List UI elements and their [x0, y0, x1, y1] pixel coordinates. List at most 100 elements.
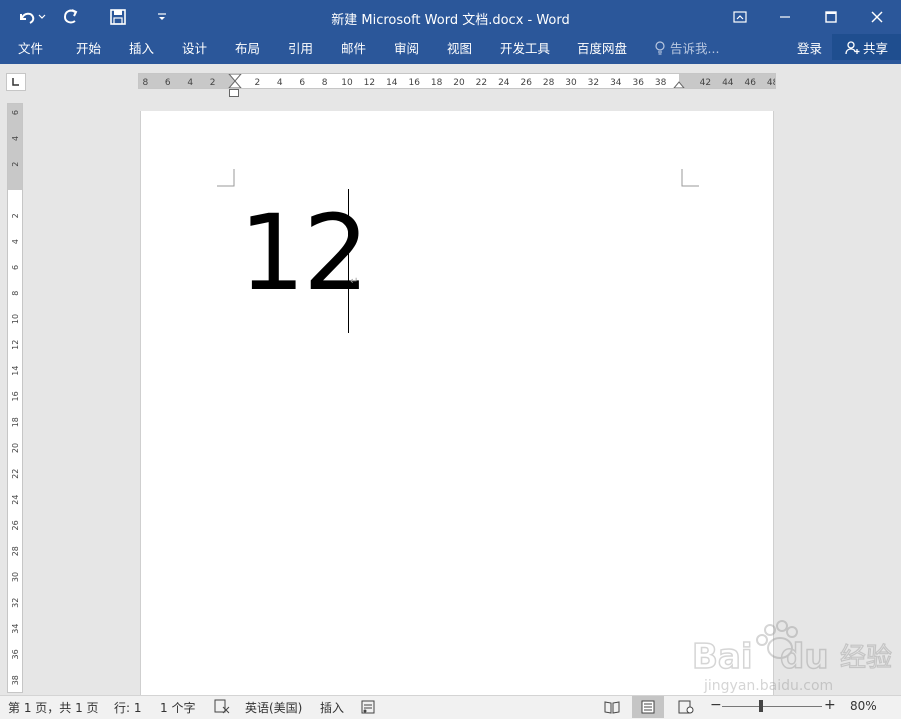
horizontal-ruler[interactable]: 8 6 4 2 2 4 6 8 10 12 14 16 18 20 22 24 26 28 30 32 34 36 38 42… [138, 73, 776, 89]
ruler-tick-label: 22 [476, 78, 487, 88]
status-bar: 第 1 页，共 1 页 行: 1 1 个字 英语(美国) 插入 − + 80% [0, 695, 901, 719]
share-label: 共享 [862, 40, 888, 56]
ruler-tick-label: 2 [255, 78, 261, 88]
zoom-level[interactable]: 80% [850, 699, 877, 713]
status-word-count[interactable]: 1 个字 [160, 699, 195, 716]
ribbon-display-icon [733, 11, 747, 23]
tab-developer[interactable]: 开发工具 [500, 38, 550, 57]
tab-home[interactable]: 开始 [76, 38, 101, 57]
status-insert-mode[interactable]: 插入 [320, 699, 344, 716]
ruler-tick-label: 26 [520, 78, 532, 88]
zoom-slider-track[interactable] [722, 706, 822, 707]
ruler-tick-label: 16 [408, 78, 420, 88]
save-button[interactable] [106, 4, 130, 30]
ruler-tick-label: 20 [11, 443, 20, 453]
zoom-out-button[interactable]: − [710, 697, 722, 713]
ruler-tick-label: 28 [11, 546, 20, 556]
ribbon-display-options-button[interactable] [728, 4, 752, 30]
ruler-tick-label: 6 [165, 78, 171, 88]
ruler-tick-label: 36 [11, 649, 20, 659]
status-page[interactable]: 第 1 页，共 1 页 [8, 699, 99, 716]
ribbon-tabs: 文件 开始 插入 设计 布局 引用 邮件 审阅 视图 开发工具 百度网盘 告诉我… [0, 34, 901, 64]
ruler-tick-label: 8 [11, 291, 20, 296]
tab-view[interactable]: 视图 [447, 38, 472, 57]
maximize-button[interactable] [816, 4, 846, 30]
tell-me-box[interactable]: 告诉我... [654, 38, 719, 57]
ruler-tick-label: 4 [277, 78, 283, 88]
share-button[interactable]: 共享 [832, 34, 901, 60]
zoom-in-button[interactable]: + [824, 697, 836, 713]
text-cursor [348, 189, 349, 333]
margin-corner-top-right [681, 169, 699, 187]
tab-review[interactable]: 审阅 [394, 38, 419, 57]
tab-stop-selector[interactable] [6, 73, 26, 91]
ruler-tick-label: 44 [722, 78, 734, 88]
vertical-ruler[interactable]: 6 4 2 2 4 6 8 10 12 14 16 18 20 22 24 26 28 30 32 34 36 38 [7, 103, 23, 693]
tab-mailings[interactable]: 邮件 [341, 38, 366, 57]
tab-baidu-netdisk[interactable]: 百度网盘 [577, 38, 627, 57]
customize-quick-access-button[interactable] [152, 4, 172, 30]
ruler-tick-label: 18 [431, 78, 443, 88]
ruler-tick-label: 32 [11, 598, 20, 608]
ruler-tick-label: 36 [632, 78, 644, 88]
paragraph-mark-icon: ↵ [350, 276, 359, 287]
ruler-tick-label: 14 [11, 366, 20, 376]
ruler-tick-label: 30 [11, 572, 20, 582]
tab-design[interactable]: 设计 [182, 38, 207, 57]
ruler-tick-label: 34 [11, 624, 20, 634]
ruler-tick-label: 2 [11, 213, 20, 218]
ruler-tick-label: 18 [11, 417, 20, 427]
read-mode-button[interactable] [596, 696, 628, 718]
margin-corner-top-left [217, 169, 235, 187]
page-icon [641, 700, 655, 714]
ruler-tick-label: 8 [143, 78, 149, 88]
close-button[interactable] [862, 4, 892, 30]
web-layout-icon [678, 700, 694, 714]
ruler-tick-label: 6 [11, 110, 20, 115]
minimize-icon [780, 16, 790, 18]
undo-button[interactable] [14, 4, 50, 30]
status-line[interactable]: 行: 1 [114, 699, 142, 716]
minimize-button[interactable] [770, 4, 800, 30]
ruler-tick-label: 28 [543, 78, 555, 88]
ruler-tick-label: 42 [700, 78, 711, 88]
ruler-tick-label: 12 [11, 340, 20, 350]
ruler-tick-label: 2 [11, 162, 20, 167]
print-layout-button[interactable] [632, 696, 664, 718]
ruler-tick-label: 30 [565, 78, 577, 88]
login-button[interactable]: 登录 [797, 38, 822, 57]
tab-references[interactable]: 引用 [288, 38, 313, 57]
lightbulb-icon [655, 40, 665, 55]
left-indent-marker[interactable] [229, 89, 239, 97]
vertical-ruler-scale: 6422468101214161820222426283032343638 [8, 104, 22, 685]
book-icon [604, 701, 620, 714]
title-bar: 新建 Microsoft Word 文档.docx - Word [0, 0, 901, 34]
redo-button[interactable] [58, 4, 84, 30]
tab-layout[interactable]: 布局 [235, 38, 260, 57]
macro-record-icon[interactable] [360, 699, 376, 718]
horizontal-ruler-scale: 8 6 4 2 2 4 6 8 10 12 14 16 18 20 22 24 26 28 30 32 34 36 38 42… [139, 74, 775, 88]
status-language[interactable]: 英语(美国) [245, 699, 302, 716]
close-icon [871, 11, 883, 23]
undo-icon [20, 12, 46, 24]
document-page[interactable]: 12 ↵ [140, 111, 774, 701]
ruler-tick-label: 4 [11, 136, 20, 141]
ruler-tick-label: 34 [610, 78, 622, 88]
tell-me-label: 告诉我... [670, 41, 720, 56]
ruler-tick-label: 16 [11, 391, 20, 401]
ruler-tick-label: 26 [11, 520, 20, 530]
ruler-tick-label: 12 [364, 78, 375, 88]
ruler-tick-label: 6 [11, 265, 20, 270]
ruler-tick-label: 38 [11, 675, 20, 685]
svg-text:du: du [780, 637, 829, 677]
proofing-icon[interactable] [214, 698, 230, 717]
zoom-slider-thumb[interactable] [758, 700, 763, 712]
tab-insert[interactable]: 插入 [129, 38, 154, 57]
ruler-tick-label: 4 [11, 239, 20, 244]
customize-icon [158, 13, 166, 20]
ruler-tick-label: 2 [210, 78, 216, 88]
person-add-icon [845, 40, 860, 54]
maximize-icon [825, 11, 837, 23]
tab-file[interactable]: 文件 [18, 38, 43, 57]
web-layout-button[interactable] [670, 696, 702, 718]
